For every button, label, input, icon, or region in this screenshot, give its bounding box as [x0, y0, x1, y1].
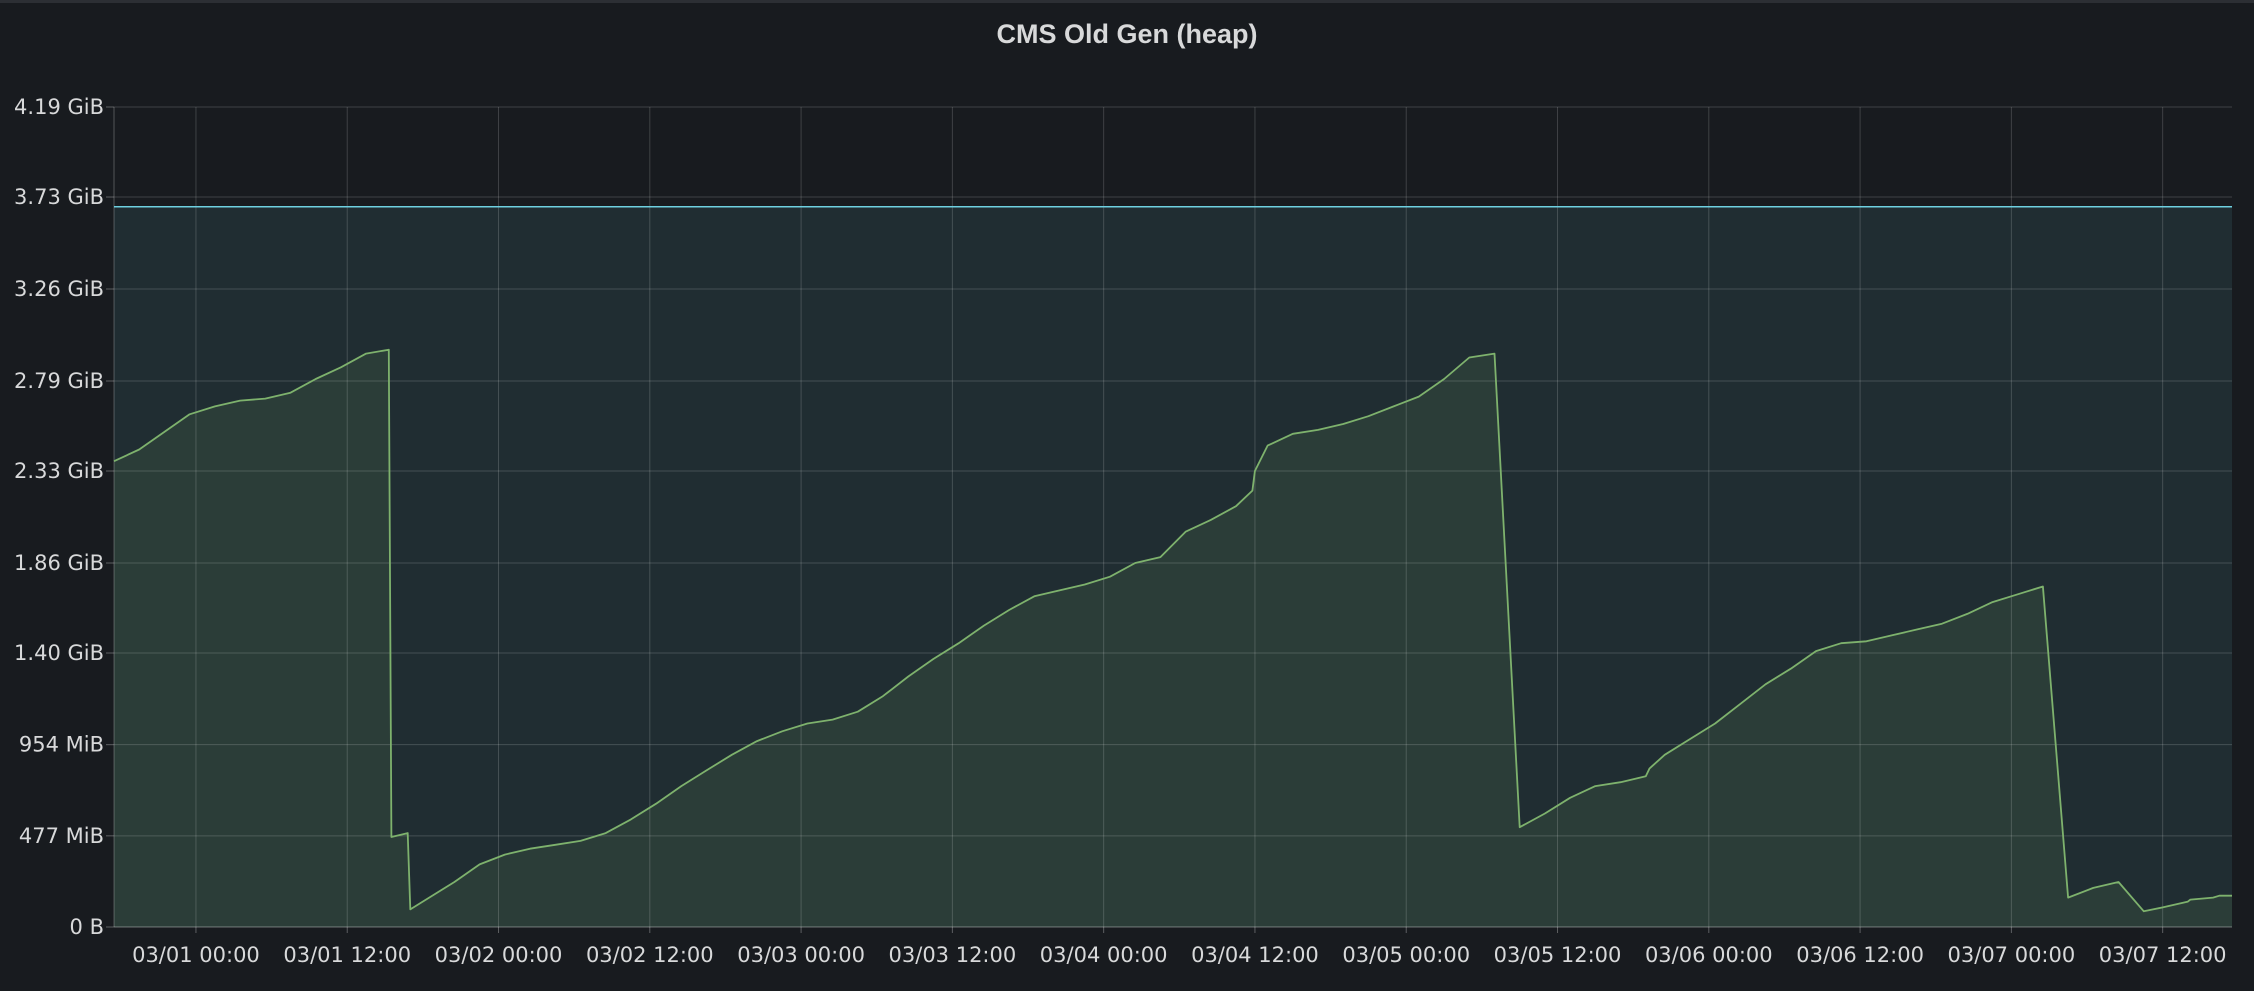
x-tick-label: 03/03 12:00: [889, 943, 1017, 967]
x-tick-label: 03/02 12:00: [586, 943, 714, 967]
y-tick-label: 1.86 GiB: [14, 551, 104, 575]
x-tick-label: 03/05 12:00: [1494, 943, 1622, 967]
x-tick-label: 03/06 12:00: [1796, 943, 1924, 967]
x-tick-label: 03/01 00:00: [132, 943, 260, 967]
x-tick-label: 03/04 00:00: [1040, 943, 1168, 967]
y-tick-label: 477 MiB: [19, 824, 104, 848]
x-tick-label: 03/05 00:00: [1342, 943, 1470, 967]
y-tick-label: 954 MiB: [19, 733, 104, 757]
y-tick-label: 0 B: [70, 915, 104, 939]
chart-panel: CMS Old Gen (heap) 0 B 477 MiB 954 MiB 1.40…: [0, 0, 2254, 988]
x-tick-label: 03/06 00:00: [1645, 943, 1773, 967]
y-tick-label: 2.79 GiB: [14, 369, 104, 393]
y-tick-label: 3.73 GiB: [14, 185, 104, 209]
x-tick-label: 03/01 12:00: [283, 943, 411, 967]
x-tick-label: 03/02 00:00: [435, 943, 563, 967]
x-tick-label: 03/03 00:00: [737, 943, 865, 967]
x-tick-label: 03/07 12:00: [2099, 943, 2227, 967]
x-tick-label: 03/07 00:00: [1948, 943, 2076, 967]
x-tick-label: 03/04 12:00: [1191, 943, 1319, 967]
y-tick-label: 4.19 GiB: [14, 95, 104, 119]
y-tick-label: 2.33 GiB: [14, 459, 104, 483]
chart-canvas[interactable]: 0 B 477 MiB 954 MiB 1.40 GiB 1.86 GiB 2.33 Gi…: [0, 3, 2254, 991]
y-tick-label: 1.40 GiB: [14, 641, 104, 665]
y-tick-label: 3.26 GiB: [14, 277, 104, 301]
